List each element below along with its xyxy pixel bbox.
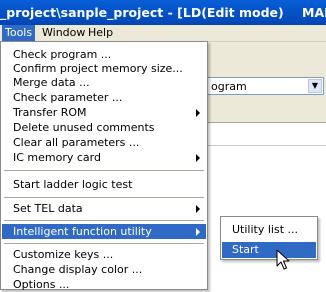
menu-item-transfer-rom[interactable]: Transfer ROM: [2, 105, 206, 120]
menu-separator: [4, 197, 204, 198]
menu-item-label: Check program ...: [13, 48, 112, 61]
menu-item-label: Intelligent function utility: [13, 225, 152, 238]
menu-item-check-parameter[interactable]: Check parameter ...: [2, 90, 206, 105]
menu-item-label: Merge data ...: [13, 76, 90, 89]
menu-item-label: Clear all parameters ...: [13, 136, 140, 149]
menu-tools[interactable]: Tools: [2, 25, 36, 41]
dropdown-arrow-icon[interactable]: ▼: [308, 79, 322, 93]
window-title-suffix: MAI: [302, 5, 326, 20]
menu-item-customize-keys[interactable]: Customize keys ...: [2, 247, 206, 262]
menu-help[interactable]: Help: [85, 25, 116, 41]
menu-item-label: IC memory card: [13, 151, 101, 164]
menu-item-label: Options ...: [13, 278, 70, 291]
submenu-arrow-icon: [196, 109, 200, 117]
menu-item-label: Confirm project memory size...: [13, 62, 183, 75]
menu-item-label: Check parameter ...: [13, 91, 123, 104]
menu-item-check-program[interactable]: Check program ...: [2, 47, 206, 62]
menu-item-merge-data[interactable]: Merge data ...: [2, 75, 206, 90]
program-combo-value: ogram: [211, 80, 247, 93]
menu-item-clear-all-parameters[interactable]: Clear all parameters ...: [2, 135, 206, 150]
menu-item-ic-memory-card[interactable]: IC memory card: [2, 150, 206, 165]
tools-menu: Check program ... Confirm project memory…: [0, 41, 208, 291]
window-title: _project\sanple_project - [LD(Edit mode): [0, 5, 284, 20]
mouse-cursor-icon: [276, 249, 290, 270]
submenu-arrow-icon: [196, 228, 200, 236]
menu-item-label: Set TEL data: [13, 202, 83, 215]
menu-separator: [4, 220, 204, 221]
menu-item-label: Change display color ...: [13, 263, 143, 276]
submenu-arrow-icon: [196, 205, 200, 213]
menu-item-label: Utility list ...: [232, 223, 298, 236]
menu-separator: [4, 170, 204, 171]
editor-area: [206, 123, 326, 290]
submenu-arrow-icon: [196, 154, 200, 162]
menu-item-start-ladder-logic-test[interactable]: Start ladder logic test: [2, 177, 206, 192]
menu-item-label: Start ladder logic test: [13, 178, 133, 191]
menu-item-set-tel-data[interactable]: Set TEL data: [2, 201, 206, 216]
editor-divider: [206, 145, 326, 146]
toolbar-band: [206, 100, 326, 123]
menu-item-label: Customize keys ...: [13, 248, 114, 261]
title-bar: _project\sanple_project - [LD(Edit mode)…: [0, 0, 326, 25]
intelligent-function-submenu: Utility list ... Start: [220, 216, 318, 260]
submenu-item-utility-list[interactable]: Utility list ...: [222, 222, 316, 238]
menu-item-confirm-memory-size[interactable]: Confirm project memory size...: [2, 61, 206, 76]
menu-window[interactable]: Window: [39, 25, 88, 41]
menu-separator: [4, 243, 204, 244]
program-combo[interactable]: ogram ▼: [206, 77, 324, 95]
submenu-item-start[interactable]: Start: [222, 242, 316, 258]
menu-item-intelligent-function-utility[interactable]: Intelligent function utility: [2, 224, 206, 239]
menu-bar: Tools Window Help: [0, 25, 326, 42]
menu-item-delete-unused-comments[interactable]: Delete unused comments: [2, 120, 206, 135]
menu-item-label: Delete unused comments: [13, 121, 155, 134]
menu-item-change-display-color[interactable]: Change display color ...: [2, 262, 206, 277]
menu-item-label: Transfer ROM: [13, 106, 87, 119]
menu-item-label: Start: [232, 243, 259, 256]
